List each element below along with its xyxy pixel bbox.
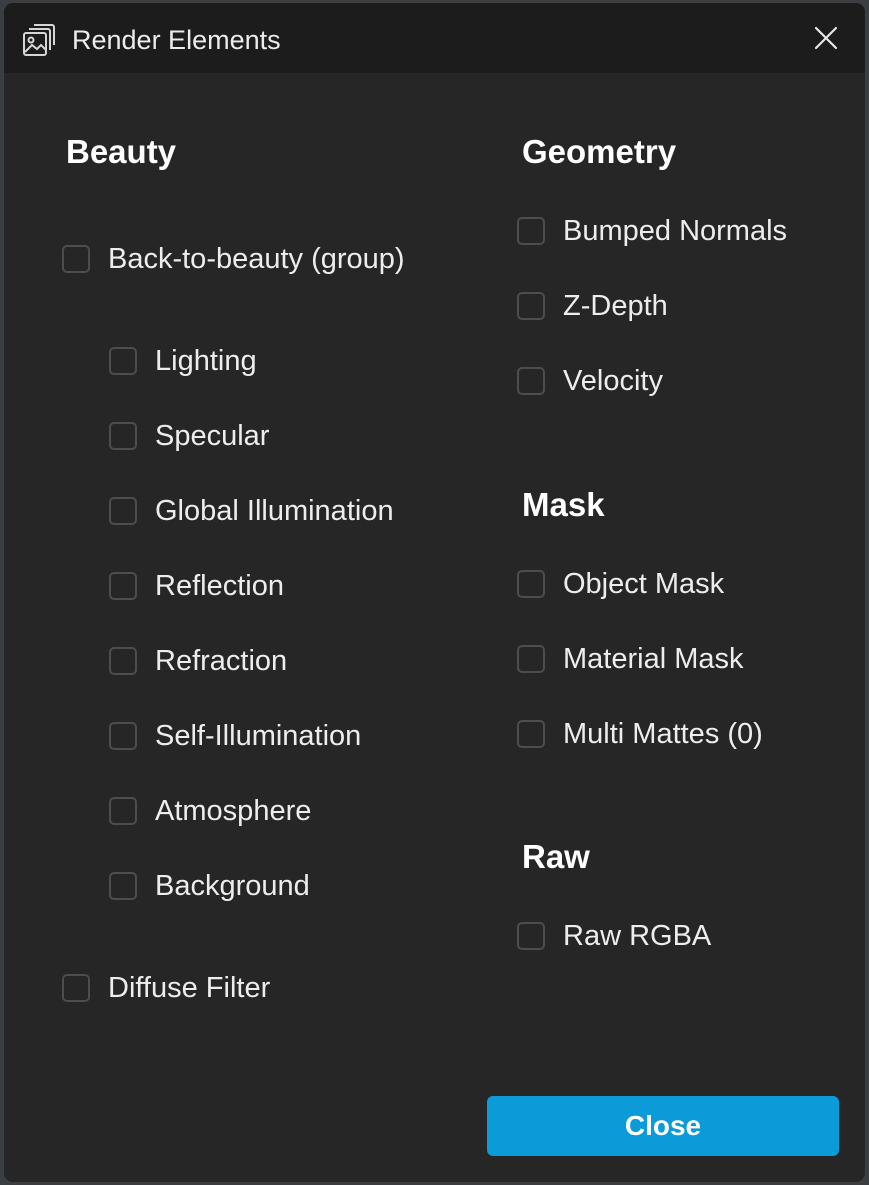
lighting-checkbox[interactable]: Lighting [109, 343, 257, 379]
checkbox[interactable] [517, 367, 545, 395]
global-illumination-checkbox[interactable]: Global Illumination [109, 493, 394, 529]
checkbox[interactable] [517, 645, 545, 673]
checkbox[interactable] [109, 422, 137, 450]
checkbox[interactable] [109, 872, 137, 900]
checkbox-label: Global Illumination [155, 495, 394, 527]
raw-heading: Raw [522, 838, 590, 875]
checkbox[interactable] [109, 497, 137, 525]
checkbox-label: Specular [155, 420, 270, 452]
diffuse-filter-checkbox[interactable]: Diffuse Filter [62, 970, 270, 1006]
checkbox-label: Reflection [155, 570, 284, 602]
checkbox[interactable] [109, 722, 137, 750]
checkbox[interactable] [109, 572, 137, 600]
checkbox[interactable] [109, 797, 137, 825]
checkbox[interactable] [517, 217, 545, 245]
checkbox-label: Bumped Normals [563, 215, 788, 247]
render-elements-dialog: Render Elements Beauty Back-to-beauty (g… [3, 2, 866, 1183]
stacked-images-icon [22, 23, 56, 57]
atmosphere-checkbox[interactable]: Atmosphere [109, 793, 311, 829]
geometry-heading: Geometry [522, 133, 677, 170]
checkbox[interactable] [62, 974, 90, 1002]
raw-rgba-checkbox[interactable]: Raw RGBA [517, 918, 711, 954]
close-icon[interactable] [813, 25, 839, 51]
checkbox-label: Atmosphere [155, 795, 312, 827]
checkbox-label: Lighting [155, 345, 257, 377]
checkbox[interactable] [517, 922, 545, 950]
object-mask-checkbox[interactable]: Object Mask [517, 566, 724, 602]
checkbox-label: Velocity [563, 365, 663, 397]
checkbox-label: Self-Illumination [155, 720, 362, 752]
checkbox-label: Refraction [155, 645, 288, 677]
multi-mattes-checkbox[interactable]: Multi Mattes (0) [517, 716, 763, 752]
checkbox[interactable] [517, 292, 545, 320]
back-to-beauty-checkbox[interactable]: Back-to-beauty (group) [62, 241, 405, 277]
checkbox[interactable] [517, 570, 545, 598]
close-button[interactable]: Close [487, 1096, 839, 1156]
checkbox-label: Material Mask [563, 643, 744, 675]
bumped-normals-checkbox[interactable]: Bumped Normals [517, 213, 787, 249]
reflection-checkbox[interactable]: Reflection [109, 568, 284, 604]
material-mask-checkbox[interactable]: Material Mask [517, 641, 744, 677]
self-illumination-checkbox[interactable]: Self-Illumination [109, 718, 361, 754]
beauty-heading: Beauty [66, 133, 177, 170]
velocity-checkbox[interactable]: Velocity [517, 363, 663, 399]
window-title: Render Elements [72, 25, 281, 55]
checkbox[interactable] [517, 720, 545, 748]
specular-checkbox[interactable]: Specular [109, 418, 269, 454]
title-bar: Render Elements [4, 3, 865, 73]
checkbox-label: Multi Mattes (0) [563, 718, 763, 750]
checkbox[interactable] [109, 347, 137, 375]
z-depth-checkbox[interactable]: Z-Depth [517, 288, 668, 324]
checkbox[interactable] [109, 647, 137, 675]
checkbox-label: Raw RGBA [563, 920, 712, 952]
checkbox-label: Z-Depth [563, 290, 668, 322]
checkbox-label: Object Mask [563, 568, 725, 600]
checkbox-label: Back-to-beauty (group) [108, 243, 405, 275]
background-checkbox[interactable]: Background [109, 868, 310, 904]
checkbox[interactable] [62, 245, 90, 273]
checkbox-label: Diffuse Filter [108, 972, 271, 1004]
refraction-checkbox[interactable]: Refraction [109, 643, 287, 679]
mask-heading: Mask [522, 486, 605, 523]
checkbox-label: Background [155, 870, 310, 902]
